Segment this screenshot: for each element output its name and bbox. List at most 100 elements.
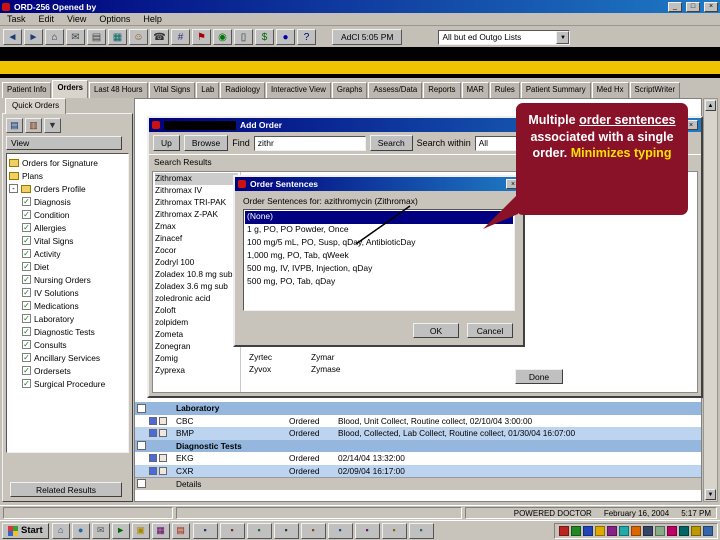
- checkbox-checked-icon[interactable]: ✓: [22, 262, 31, 271]
- tree-item[interactable]: ✓ Condition: [9, 208, 126, 221]
- checkbox-checked-icon[interactable]: ✓: [22, 301, 31, 310]
- chart-tab[interactable]: Assess/Data: [368, 82, 423, 98]
- checkbox-checked-icon[interactable]: ✓: [22, 340, 31, 349]
- home-icon[interactable]: ⌂: [45, 29, 64, 45]
- tree-item[interactable]: ✓ Surgical Procedure: [9, 377, 126, 390]
- browser-icon[interactable]: ●: [71, 522, 90, 539]
- tree-item[interactable]: ✓ Diet: [9, 260, 126, 273]
- order-sentence-item[interactable]: 1,000 mg, PO, Tab, qWeek: [245, 250, 513, 263]
- clock-button[interactable]: AdCl 5:05 PM: [332, 29, 403, 45]
- checkbox-checked-icon[interactable]: ✓: [22, 327, 31, 336]
- search-result-item[interactable]: Zomig: [155, 353, 238, 365]
- scroll-up-icon[interactable]: ▲: [705, 100, 716, 111]
- expander-icon[interactable]: [137, 441, 146, 451]
- minimize-button[interactable]: _: [668, 1, 682, 12]
- tray-icon[interactable]: [691, 525, 701, 536]
- search-result-item[interactable]: Zithromax: [155, 173, 238, 185]
- billing-icon[interactable]: $: [255, 29, 274, 45]
- checkbox-checked-icon[interactable]: ✓: [22, 249, 31, 258]
- checkbox-checked-icon[interactable]: ✓: [22, 353, 31, 362]
- expander-icon[interactable]: [137, 416, 146, 425]
- search-result-item[interactable]: Zoladex 3.6 mg sub: [155, 281, 238, 293]
- checkbox-checked-icon[interactable]: ✓: [22, 314, 31, 323]
- menu-item[interactable]: Edit: [39, 14, 55, 24]
- patient-icon[interactable]: ☺: [129, 29, 148, 45]
- tab-quick-orders[interactable]: Quick Orders: [5, 98, 67, 114]
- search-result-item[interactable]: Zyvox: [249, 364, 311, 376]
- menu-item[interactable]: View: [67, 14, 86, 24]
- tree-item[interactable]: ✓ Vital Signs: [9, 234, 126, 247]
- close-button[interactable]: ×: [704, 1, 718, 12]
- folder-icon[interactable]: ▣: [131, 522, 150, 539]
- order-search-input[interactable]: [253, 135, 366, 151]
- search-result-item[interactable]: Zithromax Z-PAK: [155, 209, 238, 221]
- search-result-item[interactable]: zoledronic acid: [155, 293, 238, 305]
- chart-tab[interactable]: Lab: [196, 82, 220, 98]
- back-icon[interactable]: ◄: [3, 29, 22, 45]
- tree-item[interactable]: ✓ Activity: [9, 247, 126, 260]
- chart-tab[interactable]: Patient Info: [2, 82, 52, 98]
- taskbar-window-button[interactable]: ▪: [300, 522, 326, 539]
- flag-icon[interactable]: ⚑: [192, 29, 211, 45]
- taskbar-window-button[interactable]: ▪: [381, 522, 407, 539]
- checkbox-checked-icon[interactable]: ✓: [22, 210, 31, 219]
- order-sentence-item[interactable]: (None): [245, 211, 513, 224]
- chart-tab[interactable]: MAR: [461, 82, 489, 98]
- tree-item[interactable]: ✓ Diagnostic Tests: [9, 325, 126, 338]
- taskbar-window-button[interactable]: ▪: [219, 522, 245, 539]
- order-sentence-item[interactable]: 500 mg, PO, Tab, qDay: [245, 276, 513, 289]
- help-icon[interactable]: ?: [297, 29, 316, 45]
- scroll-down-icon[interactable]: ▼: [705, 489, 716, 500]
- info-icon[interactable]: ●: [276, 29, 295, 45]
- search-result-item[interactable]: Zodryl 100: [155, 257, 238, 269]
- chart-tab[interactable]: Rules: [489, 82, 520, 98]
- expander-icon[interactable]: [137, 454, 146, 463]
- taskbar-window-button[interactable]: ▪: [408, 522, 434, 539]
- chart-app-icon[interactable]: ▦: [151, 522, 170, 539]
- search-result-item[interactable]: Zithromax TRI-PAK: [155, 197, 238, 209]
- tree-item[interactable]: ✓ Nursing Orders: [9, 273, 126, 286]
- taskbar-window-button[interactable]: ▪: [273, 522, 299, 539]
- notes-icon[interactable]: ▤: [171, 522, 190, 539]
- tree-item[interactable]: ✓ Medications: [9, 299, 126, 312]
- print-icon[interactable]: ▤: [87, 29, 106, 45]
- chart-tab[interactable]: Patient Summary: [520, 82, 591, 98]
- expander-icon[interactable]: [137, 479, 146, 489]
- tree-item[interactable]: ✓ Allergies: [9, 221, 126, 234]
- checkbox-checked-icon[interactable]: ✓: [22, 275, 31, 284]
- menu-item[interactable]: Options: [99, 14, 130, 24]
- tree-item[interactable]: ✓ Laboratory: [9, 312, 126, 325]
- search-result-item[interactable]: Zoladex 10.8 mg sub: [155, 269, 238, 281]
- vertical-scrollbar[interactable]: ▲ ▼: [703, 98, 718, 502]
- checkbox-checked-icon[interactable]: ✓: [22, 236, 31, 245]
- search-result-item[interactable]: Zonegran: [155, 341, 238, 353]
- tree-item[interactable]: ✓ Ordersets: [9, 364, 126, 377]
- patient-list-combo[interactable]: All but ed Outgo Lists ▼: [438, 29, 571, 45]
- browse-button[interactable]: Browse: [183, 135, 229, 151]
- media-icon[interactable]: ►: [111, 522, 130, 539]
- order-row[interactable]: Details: [135, 477, 701, 490]
- menu-item[interactable]: Help: [143, 14, 162, 24]
- tray-icon[interactable]: [595, 525, 605, 536]
- tree-item[interactable]: ✓ IV Solutions: [9, 286, 126, 299]
- cancel-button[interactable]: Cancel: [467, 323, 513, 338]
- order-row[interactable]: CXR Ordered 02/09/04 16:17:00: [135, 464, 701, 477]
- profile-view-icon[interactable]: ▥: [25, 118, 42, 133]
- search-result-item[interactable]: Zyprexa: [155, 365, 238, 377]
- order-row[interactable]: Diagnostic Tests: [135, 439, 701, 452]
- chart-icon[interactable]: ▦: [108, 29, 127, 45]
- phone-icon[interactable]: ☎: [150, 29, 169, 45]
- up-button[interactable]: Up: [153, 135, 180, 151]
- start-button[interactable]: Start: [2, 522, 49, 539]
- search-result-item[interactable]: Zometa: [155, 329, 238, 341]
- taskbar-window-button[interactable]: ▪: [354, 522, 380, 539]
- search-result-item[interactable]: Zmax: [155, 221, 238, 233]
- chart-tab[interactable]: Radiology: [220, 82, 265, 98]
- order-row[interactable]: BMP Ordered Blood, Collected, Lab Collec…: [135, 427, 701, 440]
- chart-tab[interactable]: Med Hx: [591, 82, 629, 98]
- mail-icon[interactable]: ✉: [91, 522, 110, 539]
- menu-item[interactable]: Task: [7, 14, 26, 24]
- desktop-icon[interactable]: ⌂: [51, 522, 70, 539]
- order-sentence-item[interactable]: 100 mg/5 mL, PO, Susp, qDay, AntibioticD…: [245, 237, 513, 250]
- tree-item[interactable]: ✓ Consults: [9, 338, 126, 351]
